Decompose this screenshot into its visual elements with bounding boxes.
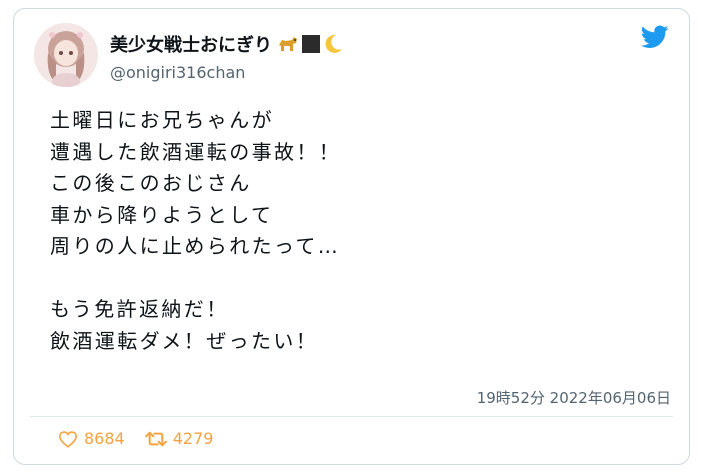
dog-icon: [279, 37, 297, 51]
tweet-text: 土曜日にお兄ちゃんが 遭遇した飲酒運転の事故！！ この後このおじさん 車から降り…: [50, 105, 650, 357]
name-emojis: [276, 33, 344, 55]
tweet-line: もう免許返納だ！: [50, 297, 229, 321]
avatar-image: [34, 23, 98, 87]
avatar[interactable]: [34, 23, 98, 87]
retweet-count: 4279: [172, 429, 214, 448]
tweet-line: 土曜日にお兄ちゃんが: [50, 108, 274, 132]
black-square-icon: [302, 35, 320, 53]
tweet-line: この後このおじさん: [50, 171, 252, 195]
divider: [30, 416, 673, 417]
tweet-line: 飲酒運転ダメ！ぜったい！: [50, 328, 319, 353]
display-name[interactable]: 美少女戦士おにぎり: [110, 31, 344, 57]
retweet-button[interactable]: 4279: [144, 429, 214, 448]
tweet-actions: 8684 4279: [58, 429, 233, 448]
heart-icon: [58, 430, 78, 448]
crescent-moon-icon: [325, 34, 342, 53]
like-button[interactable]: 8684: [58, 429, 125, 448]
tweet-timestamp[interactable]: 19時52分 2022年06月06日: [477, 387, 671, 408]
tweet-card[interactable]: 美少女戦士おにぎり @onigiri316chan 土曜日にお兄ちゃんが 遭遇し…: [13, 8, 690, 465]
twitter-bird-icon[interactable]: [641, 25, 669, 49]
tweet-line: 遭遇した飲酒運転の事故！！: [50, 139, 342, 164]
user-handle[interactable]: @onigiri316chan: [110, 63, 245, 82]
retweet-icon: [144, 431, 167, 446]
like-count: 8684: [84, 429, 125, 448]
tweet-line: 周りの人に止められたって…: [50, 234, 341, 258]
display-name-text: 美少女戦士おにぎり: [110, 35, 272, 56]
tweet-line: 車から降りようとして: [50, 202, 274, 227]
